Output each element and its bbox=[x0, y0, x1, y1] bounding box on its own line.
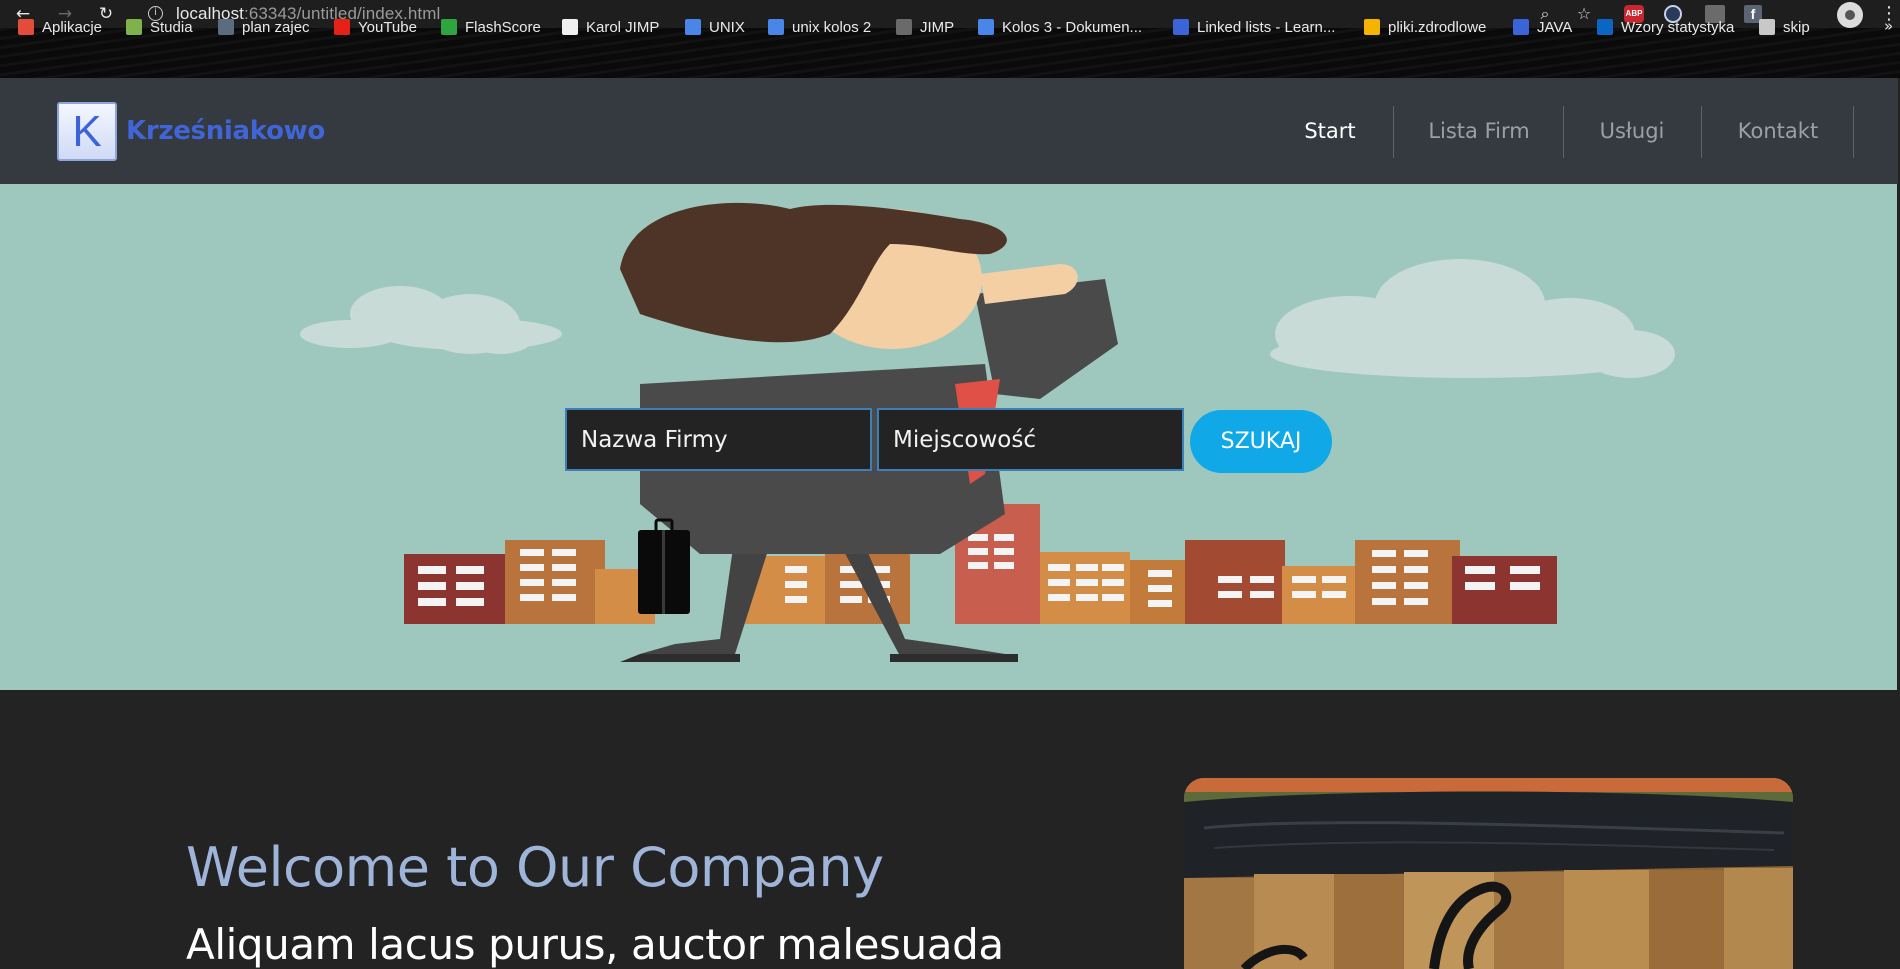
image-icon bbox=[896, 19, 912, 35]
c-letter-icon bbox=[1173, 19, 1189, 35]
bookmark-label: YouTube bbox=[358, 18, 417, 36]
bookmark-label: FlashScore bbox=[465, 18, 541, 36]
sb-icon bbox=[1513, 19, 1529, 35]
youtube-icon bbox=[334, 19, 350, 35]
bookmark-star-icon[interactable]: ☆ bbox=[1574, 4, 1594, 24]
nav-start[interactable]: Start bbox=[1298, 106, 1362, 158]
bookmark-label: pliki.zdrodlowe bbox=[1388, 18, 1487, 36]
bookmark-item[interactable]: Linked lists - Learn... bbox=[1173, 16, 1335, 38]
brand-name[interactable]: Krześniakowo bbox=[126, 116, 325, 146]
google-docs-icon bbox=[978, 19, 994, 35]
bookmark-label: unix kolos 2 bbox=[792, 18, 872, 36]
bookmark-item[interactable]: Aplikacje bbox=[18, 16, 102, 38]
bookmark-label: JAVA bbox=[1537, 18, 1573, 36]
nav-uslugi[interactable]: Usługi bbox=[1596, 106, 1668, 158]
bookmark-item[interactable]: skip bbox=[1759, 16, 1810, 38]
globe-icon bbox=[1759, 19, 1775, 35]
nav-divider bbox=[1853, 106, 1854, 158]
nav-divider bbox=[1393, 106, 1394, 158]
bookmark-label: Wzory statystyka bbox=[1621, 18, 1735, 36]
flashscore-icon bbox=[441, 19, 457, 35]
wooden-sign-image bbox=[1184, 778, 1793, 969]
linkedin-icon bbox=[1597, 19, 1613, 35]
bookmark-item[interactable]: Studia bbox=[126, 16, 193, 38]
bookmark-label: JIMP bbox=[920, 18, 955, 36]
bookmark-label: UNIX bbox=[709, 18, 745, 36]
bookmark-item[interactable]: unix kolos 2 bbox=[768, 16, 871, 38]
bookmark-item[interactable]: Karol JIMP bbox=[562, 16, 659, 38]
bookmarks-overflow-icon[interactable]: » bbox=[1884, 17, 1893, 35]
logo-icon[interactable]: K bbox=[57, 102, 117, 161]
bookmark-label: Studia bbox=[150, 18, 193, 36]
bookmark-item[interactable]: JAVA bbox=[1513, 16, 1572, 38]
bookmark-item[interactable]: pliki.zdrodlowe bbox=[1364, 16, 1486, 38]
bookmark-label: Aplikacje bbox=[42, 18, 103, 36]
google-docs-icon bbox=[768, 19, 784, 35]
notebook-icon bbox=[126, 19, 142, 35]
nav-lista-firm[interactable]: Lista Firm bbox=[1424, 106, 1534, 158]
company-name-input[interactable] bbox=[565, 408, 872, 471]
bookmark-label: skip bbox=[1783, 18, 1810, 36]
bookmark-label: Linked lists - Learn... bbox=[1197, 18, 1336, 36]
nav-divider bbox=[1563, 106, 1564, 158]
company-photo bbox=[1184, 778, 1793, 969]
bookmark-item[interactable]: plan zajec bbox=[218, 16, 310, 38]
bookmark-item[interactable]: YouTube bbox=[334, 16, 417, 38]
github-icon bbox=[562, 19, 578, 35]
bookmark-item[interactable]: JIMP bbox=[896, 16, 954, 38]
bookmark-label: Karol JIMP bbox=[586, 18, 660, 36]
search-button[interactable]: SZUKAJ bbox=[1190, 410, 1332, 473]
phone-icon bbox=[218, 19, 234, 35]
bookmark-item[interactable]: UNIX bbox=[685, 16, 745, 38]
apps-grid-icon bbox=[18, 19, 34, 35]
bookmark-item[interactable]: Kolos 3 - Dokumen... bbox=[978, 16, 1142, 38]
google-drive-icon bbox=[1364, 19, 1380, 35]
nav-divider bbox=[1701, 106, 1702, 158]
google-docs-icon bbox=[685, 19, 701, 35]
page-heading: Welcome to Our Company bbox=[186, 836, 884, 899]
page-subheading: Aliquam lacus purus, auctor malesuada bbox=[186, 920, 1004, 969]
cloud-left bbox=[300, 286, 562, 354]
bookmark-label: plan zajec bbox=[242, 18, 310, 36]
bookmark-label: Kolos 3 - Dokumen... bbox=[1002, 18, 1143, 36]
cloud-right bbox=[1270, 259, 1675, 378]
nav-kontakt[interactable]: Kontakt bbox=[1733, 106, 1823, 158]
bookmark-item[interactable]: FlashScore bbox=[441, 16, 541, 38]
profile-avatar-icon[interactable] bbox=[1837, 2, 1863, 28]
city-input[interactable] bbox=[877, 408, 1184, 471]
bookmark-item[interactable]: Wzory statystyka bbox=[1597, 16, 1734, 38]
